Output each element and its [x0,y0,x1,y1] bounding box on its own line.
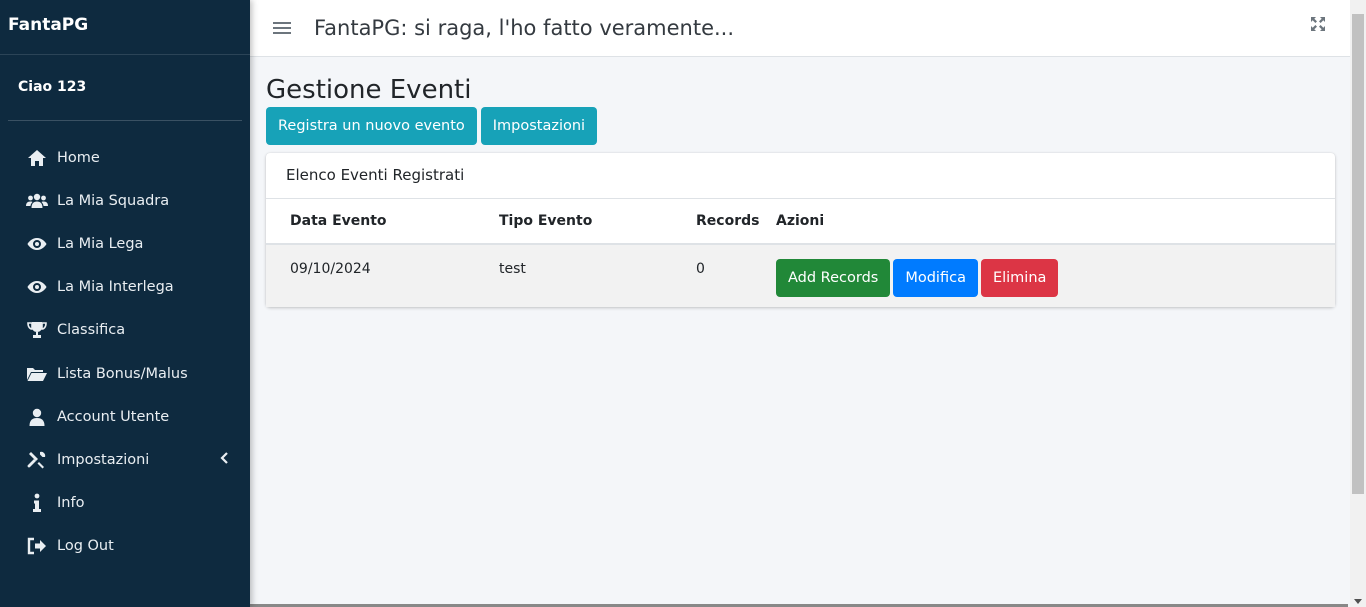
sidebar-item-info[interactable]: Info [0,482,250,525]
sidebar-item-label: La Mia Lega [57,235,144,252]
column-header-records: Records [696,199,776,245]
page-title: Gestione Eventi [266,75,472,105]
cell-date: 09/10/2024 [266,244,499,307]
trophy-icon [26,320,48,340]
info-icon [26,493,48,513]
cell-type: test [499,244,696,307]
user-icon [26,407,48,427]
action-buttons: Registra un nuovo evento Impostazioni [266,107,1335,145]
sidebar-item-la-mia-squadra[interactable]: La Mia Squadra [0,179,250,222]
chevron-left-icon[interactable] [220,452,228,468]
table-row: 09/10/2024 test 0 Add Records Modifica E… [266,244,1335,307]
events-table: Data Evento Tipo Evento Records Azioni 0… [266,199,1335,307]
app-title: FantaPG: si raga, l'ho fatto veramente..… [314,16,735,40]
cell-actions: Add Records Modifica Elimina [776,244,1335,307]
user-greeting: Ciao 123 [8,55,242,121]
sidebar-item-impostazioni[interactable]: Impostazioni [0,438,250,481]
sidebar-item-label: Home [57,149,100,166]
sidebar-item-lista-bonus-malus[interactable]: Lista Bonus/Malus [0,352,250,395]
sidebar-item-label: Lista Bonus/Malus [57,365,188,382]
column-header-actions: Azioni [776,199,1335,245]
sidebar-item-label: Info [57,495,85,512]
sign-out-icon [26,536,48,556]
top-navbar: FantaPG: si raga, l'ho fatto veramente..… [250,0,1350,57]
sidebar-item-label: La Mia Squadra [57,192,170,209]
sidebar-item-label: Classifica [57,322,126,339]
new-event-button[interactable]: Registra un nuovo evento [266,107,477,145]
settings-button[interactable]: Impostazioni [480,107,598,145]
sidebar-item-label: Log Out [57,538,114,555]
home-icon [26,148,48,168]
sidebar-item-account-utente[interactable]: Account Utente [0,395,250,438]
menu-toggle-icon[interactable] [273,19,291,37]
cell-records: 0 [696,244,776,307]
sidebar-item-label: Impostazioni [57,451,150,468]
fullscreen-icon[interactable] [1310,16,1326,36]
sidebar-item-log-out[interactable]: Log Out [0,525,250,568]
sidebar-nav: Home La Mia Squadra La Mia Lega La Mia I… [0,136,250,568]
sidebar-item-classifica[interactable]: Classifica [0,309,250,352]
scrollbar-thumb[interactable] [1352,14,1364,494]
add-records-button[interactable]: Add Records [776,259,891,297]
column-header-type: Tipo Evento [499,199,696,245]
card-title: Elenco Eventi Registrati [266,153,1335,199]
brand-logo[interactable]: FantaPG [0,0,250,55]
page-scrollbar[interactable] [1350,0,1366,607]
events-card: Elenco Eventi Registrati Data Evento Tip… [266,153,1335,307]
sidebar-item-label: La Mia Interlega [57,279,174,296]
folder-open-icon [26,364,48,384]
sidebar-item-label: Account Utente [57,408,170,425]
column-header-date: Data Evento [266,199,499,245]
users-icon [26,191,48,211]
eye-icon [26,277,48,297]
scroll-down-arrow-icon[interactable] [1354,599,1362,604]
sidebar-item-home[interactable]: Home [0,136,250,179]
sidebar-item-la-mia-interlega[interactable]: La Mia Interlega [0,266,250,309]
table-header-row: Data Evento Tipo Evento Records Azioni [266,199,1335,245]
tools-icon [26,450,48,470]
sidebar: FantaPG Ciao 123 Home La Mia Squadra La … [0,0,250,607]
delete-button[interactable]: Elimina [980,259,1059,297]
sidebar-item-la-mia-lega[interactable]: La Mia Lega [0,222,250,265]
main-content: Gestione Eventi Registra un nuovo evento… [266,75,1335,307]
eye-icon [26,234,48,254]
edit-button[interactable]: Modifica [893,259,978,297]
